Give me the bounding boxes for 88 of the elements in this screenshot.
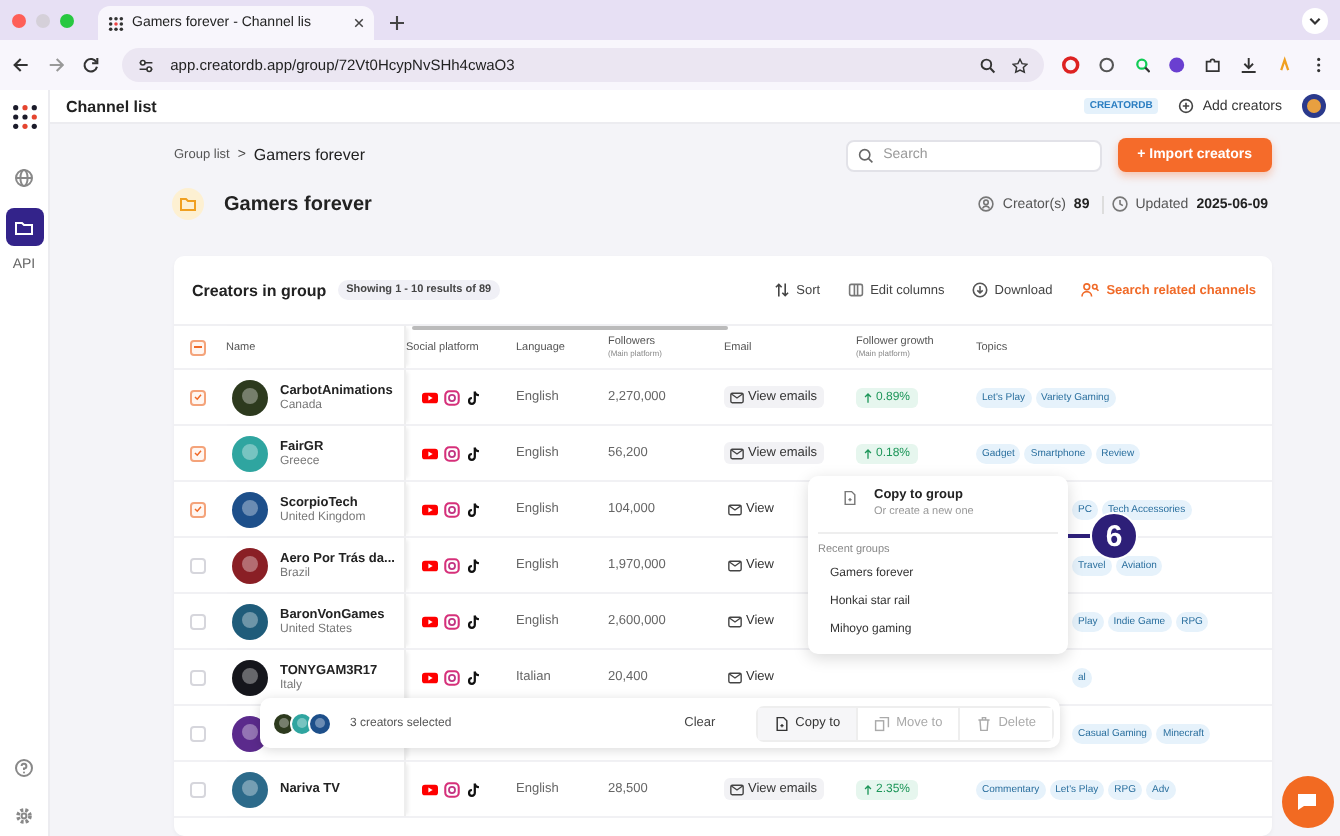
globe-icon [14,167,34,187]
tiktok-icon[interactable] [466,389,482,405]
avatar [232,435,268,471]
envelope-icon [730,391,744,403]
instagram-icon[interactable] [444,613,460,629]
file-icon [842,490,858,506]
tab-search-icon[interactable] [1302,7,1328,33]
settings-icon[interactable] [14,806,34,826]
people-search-icon [1080,282,1101,298]
forward-icon[interactable] [47,56,65,74]
reload-icon[interactable] [82,56,101,74]
add-circle-icon [1178,98,1195,114]
arrow-up-icon [864,391,872,403]
avatar [232,547,268,583]
youtube-icon[interactable] [422,781,438,797]
envelope-icon [730,783,744,795]
youtube-icon[interactable] [422,389,438,405]
avatar [232,379,268,415]
folder-icon [172,188,204,220]
row-checkbox[interactable] [190,613,206,629]
row-checkbox[interactable] [190,669,206,685]
copy-icon [874,715,891,731]
group-title: Gamers forever [224,193,372,215]
envelope-icon [728,671,742,683]
row-checkbox[interactable] [190,445,206,461]
instagram-icon[interactable] [444,669,460,685]
grid-icon [108,15,124,31]
logo-icon[interactable] [11,104,37,130]
avatar [232,659,268,695]
row-checkbox[interactable] [190,501,206,517]
extension-icon[interactable] [1133,56,1151,74]
youtube-icon[interactable] [422,669,438,685]
new-tab-icon[interactable] [390,16,404,30]
trash-icon [976,715,993,731]
search-icon [857,147,874,163]
youtube-icon[interactable] [422,501,438,517]
person-icon [978,196,995,212]
row-checkbox[interactable] [190,557,206,573]
page-title: Channel list [66,97,157,115]
download-icon [972,282,989,298]
envelope-icon [728,503,742,515]
instagram-icon[interactable] [444,445,460,461]
youtube-icon[interactable] [422,557,438,573]
columns-icon [848,282,865,298]
envelope-icon [728,615,742,627]
site-settings-icon[interactable] [138,57,155,73]
tiktok-icon[interactable] [466,557,482,573]
instagram-icon[interactable] [444,389,460,405]
avatar [308,711,332,735]
close-icon[interactable] [354,18,364,28]
instagram-icon[interactable] [444,557,460,573]
arrow-up-icon [864,447,872,459]
extension-icon[interactable] [1168,56,1187,74]
download-icon[interactable] [1239,56,1258,74]
select-all-checkbox[interactable] [190,339,206,355]
chat-icon [1296,792,1320,812]
youtube-icon[interactable] [422,445,438,461]
tiktok-icon[interactable] [466,669,482,685]
folder-nav-item[interactable] [5,208,43,246]
envelope-icon [730,447,744,459]
youtube-icon[interactable] [422,613,438,629]
user-avatar[interactable] [1302,94,1326,118]
tiktok-icon[interactable] [466,445,482,461]
clock-icon [1111,196,1128,212]
sort-icon [774,282,791,298]
row-checkbox[interactable] [190,389,206,405]
table-title: Creators in group [192,281,327,299]
avatar [232,491,268,527]
chat-button[interactable] [1282,776,1334,828]
breadcrumb-current: Gamers forever [253,146,365,164]
instagram-icon[interactable] [444,781,460,797]
tiktok-icon[interactable] [466,781,482,797]
instagram-icon[interactable] [444,501,460,517]
arrow-up-icon [864,783,872,795]
zoom-icon[interactable] [980,57,997,73]
star-icon[interactable] [1012,57,1029,73]
puzzle-icon[interactable] [1204,56,1222,74]
avatar [232,603,268,639]
row-checkbox[interactable] [190,725,206,741]
help-icon[interactable] [14,758,34,778]
tiktok-icon[interactable] [466,613,482,629]
envelope-icon [728,559,742,571]
tiktok-icon[interactable] [466,501,482,517]
file-icon [773,715,790,731]
back-icon[interactable] [12,56,30,74]
folder-icon [14,217,34,237]
avatar [232,771,268,807]
row-checkbox[interactable] [190,781,206,797]
